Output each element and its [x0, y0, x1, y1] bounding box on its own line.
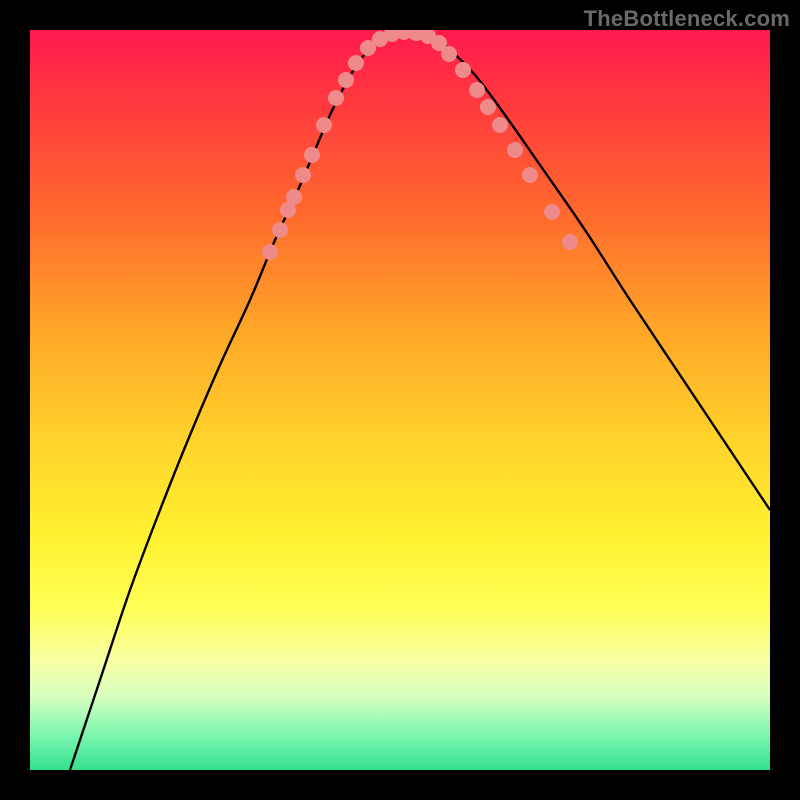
curve-group — [70, 32, 770, 770]
data-marker — [272, 222, 288, 238]
data-marker — [480, 99, 496, 115]
data-marker — [492, 117, 508, 133]
data-marker — [455, 62, 471, 78]
watermark-text: TheBottleneck.com — [584, 6, 790, 32]
data-marker — [328, 90, 344, 106]
data-marker — [295, 167, 311, 183]
data-marker — [562, 234, 578, 250]
data-marker — [507, 142, 523, 158]
chart-frame: TheBottleneck.com — [0, 0, 800, 800]
data-marker — [348, 55, 364, 71]
data-marker — [522, 167, 538, 183]
data-marker — [304, 147, 320, 163]
data-marker — [338, 72, 354, 88]
data-marker — [286, 189, 302, 205]
data-marker — [262, 244, 278, 260]
chart-svg — [30, 30, 770, 770]
data-marker — [441, 46, 457, 62]
plot-area — [30, 30, 770, 770]
marker-group — [262, 30, 578, 260]
data-marker — [469, 82, 485, 98]
data-marker — [544, 204, 560, 220]
bottleneck-curve — [70, 32, 770, 770]
data-marker — [316, 117, 332, 133]
